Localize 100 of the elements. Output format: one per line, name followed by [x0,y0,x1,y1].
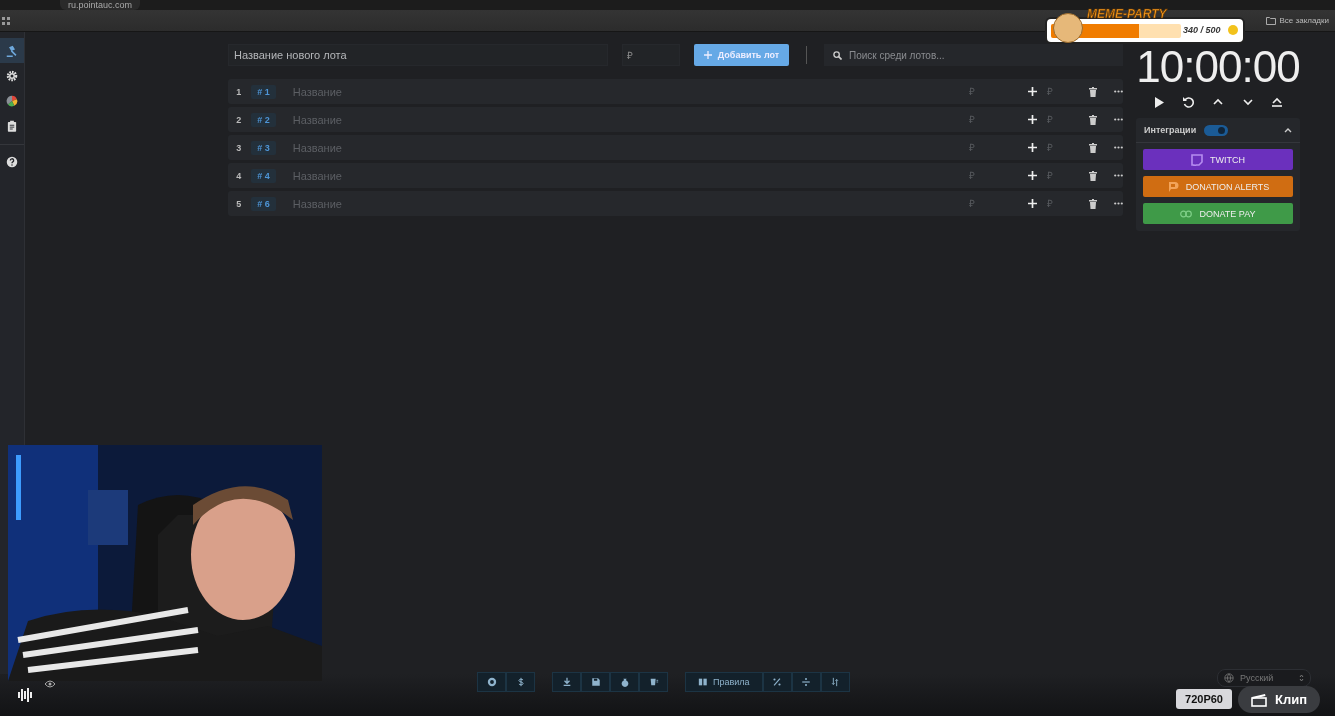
more-icon [1114,202,1123,205]
add-amount-field[interactable]: ₽ [1045,197,1079,210]
points-count: 340 / 500 [1183,25,1221,35]
more-icon [1114,118,1123,121]
trash-icon [1089,142,1097,153]
price-field[interactable]: ₽ [622,44,680,66]
add-amount-field[interactable]: ₽ [1045,141,1079,154]
lot-id-tag: # 2 [251,112,276,127]
divide-icon [801,677,812,687]
amount-field[interactable]: ₽ [967,197,1011,210]
trash-icon [1089,86,1097,97]
plus-icon [1028,199,1037,208]
percent-button[interactable] [762,672,792,692]
plus-icon [1028,115,1037,124]
plus-icon [1028,87,1037,96]
pie-chart-icon [6,94,18,107]
save-button[interactable] [581,672,610,692]
plus-icon [1028,171,1037,180]
globe-icon [1224,673,1234,683]
lot-name-field[interactable]: Название [290,84,578,99]
sidebar-item[interactable] [0,38,24,63]
trash-icon [1089,198,1097,209]
play-button[interactable] [1152,96,1165,108]
lot-name-field[interactable]: Название [290,140,578,155]
more-icon [1114,146,1123,149]
trash-icon [1089,170,1097,181]
save-icon [590,677,601,687]
gavel-icon [6,44,18,57]
chat-bubble-icon [1191,153,1203,166]
lot-id-tag: # 1 [251,84,276,99]
add-amount-button[interactable] [1028,199,1037,208]
lot-id-tag: # 3 [251,140,276,155]
search-icon [833,50,842,60]
amount-field[interactable]: ₽ [967,169,1011,182]
address-bar[interactable]: ru.pointauc.com [60,0,141,10]
chevron-down-button[interactable] [1241,96,1254,108]
add-amount-field[interactable]: ₽ [1045,85,1079,98]
delete-button[interactable] [1089,142,1097,153]
lot-name-field[interactable]: Название [290,112,578,127]
bucket-button[interactable] [639,672,668,692]
timer-display: 10:00:00 [1136,42,1300,92]
bucket-icon [648,677,659,687]
lot-number: 1 [235,86,243,97]
sort-icon [830,677,841,687]
chevron-up-icon [1284,127,1292,133]
delete-button[interactable] [1089,86,1097,97]
folder-icon[interactable] [1265,16,1276,25]
apps-icon[interactable] [2,16,10,25]
more-button[interactable] [1114,202,1123,205]
add-amount-field[interactable]: ₽ [1045,169,1079,182]
delete-button[interactable] [1089,114,1097,125]
download-button[interactable] [552,672,581,692]
clip-button[interactable]: Клип [1238,686,1320,713]
add-amount-button[interactable] [1028,87,1037,96]
settings-icon [6,69,18,82]
lot-name-field[interactable]: Название нового лота [228,44,608,66]
add-amount-button[interactable] [1028,143,1037,152]
add-amount-button[interactable] [1028,171,1037,180]
download-icon [561,677,572,687]
amount-field[interactable]: ₽ [967,113,1011,126]
collapse-button[interactable] [1284,127,1292,133]
coin-icon [1228,25,1238,35]
restart-button[interactable] [1182,96,1195,108]
columns-icon [698,677,708,687]
help-icon [6,155,18,168]
sort-button[interactable] [820,672,850,692]
bookmarks-label[interactable]: Все закладки [1279,16,1329,25]
more-button[interactable] [1114,118,1123,121]
rules-button[interactable]: Правила [685,672,763,692]
up-down-icon [1299,674,1304,682]
delete-button[interactable] [1089,198,1097,209]
more-button[interactable] [1114,174,1123,177]
integrations-toggle[interactable] [1204,124,1229,136]
restart-icon [1182,96,1195,108]
lot-name-field[interactable]: Название [290,196,578,211]
eye-icon [44,680,56,688]
avatar [1053,13,1083,43]
twitch-button[interactable]: TWITCH [1143,149,1293,170]
amount-field[interactable]: ₽ [967,85,1011,98]
search-input[interactable]: Поиск среди лотов... [847,48,1123,62]
lot-number: 2 [235,114,243,125]
chevron-down-icon [1241,96,1254,108]
language-select[interactable]: Русский [1217,669,1311,687]
divide-button[interactable] [791,672,821,692]
delete-button[interactable] [1089,170,1097,181]
amount-field[interactable]: ₽ [967,141,1011,154]
lot-number: 3 [235,142,243,153]
search-field[interactable]: Поиск среди лотов... [824,44,1123,66]
more-button[interactable] [1114,146,1123,149]
lot-number: 5 [235,198,243,209]
lot-name-field[interactable]: Название [290,168,578,183]
dollar-button[interactable] [506,672,535,692]
lot-id-tag: # 6 [251,196,276,211]
plus-icon [1028,143,1037,152]
more-button[interactable] [1114,90,1123,93]
eject-button[interactable] [1271,96,1284,108]
add-amount-button[interactable] [1028,115,1037,124]
add-amount-field[interactable]: ₽ [1045,113,1079,126]
lot-number: 4 [235,170,243,181]
clapperboard-icon [1250,692,1267,707]
